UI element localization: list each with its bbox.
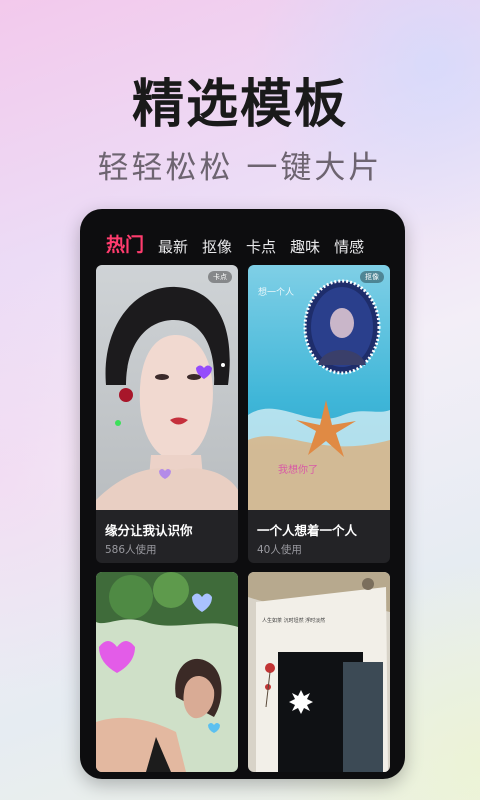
phone-mockup: 热门 最新 抠像 卡点 趣味 情感 卡点 缘分让我认识你 586人使用 想一个人…: [80, 209, 405, 779]
tab-beat-sync[interactable]: 卡点: [246, 237, 276, 257]
tab-hot[interactable]: 热门: [106, 233, 144, 257]
template-title: 缘分让我认识你: [105, 523, 193, 538]
template-title: 一个人想着一个人: [257, 523, 358, 538]
tab-fun[interactable]: 趣味: [290, 237, 320, 257]
template-overlay-caption: 我想你了: [278, 463, 318, 476]
template-thumbnail: 人生如茶 沉时坦然 浮时淡然: [248, 572, 390, 772]
template-usage-count: 40人使用: [257, 544, 302, 556]
category-tabs: 热门 最新 抠像 卡点 趣味 情感: [80, 227, 405, 257]
template-card[interactable]: 人生如茶 沉时坦然 浮时淡然: [248, 572, 390, 772]
template-overlay-caption: 想一个人: [258, 286, 294, 298]
promo-headline: 精选模板: [131, 75, 348, 135]
template-thumbnail: [96, 265, 238, 510]
template-badge: 抠像: [360, 271, 384, 283]
template-card[interactable]: 想一个人 我想你了 抠像 一个人想着一个人 40人使用: [248, 265, 390, 563]
template-overlay-caption: 人生如茶 沉时坦然 浮时淡然: [262, 617, 325, 624]
template-thumbnail: [96, 572, 238, 772]
template-thumbnail: 想一个人 我想你了: [248, 265, 390, 510]
template-badge: 卡点: [208, 271, 232, 283]
promo-subline: 轻轻松松 一键大片: [97, 150, 383, 186]
tab-emotion[interactable]: 情感: [334, 237, 364, 257]
template-card[interactable]: 卡点 缘分让我认识你 586人使用: [96, 265, 238, 563]
tab-cutout[interactable]: 抠像: [202, 237, 232, 257]
template-usage-count: 586人使用: [105, 544, 157, 556]
tab-latest[interactable]: 最新: [158, 237, 188, 257]
template-card[interactable]: [96, 572, 238, 772]
